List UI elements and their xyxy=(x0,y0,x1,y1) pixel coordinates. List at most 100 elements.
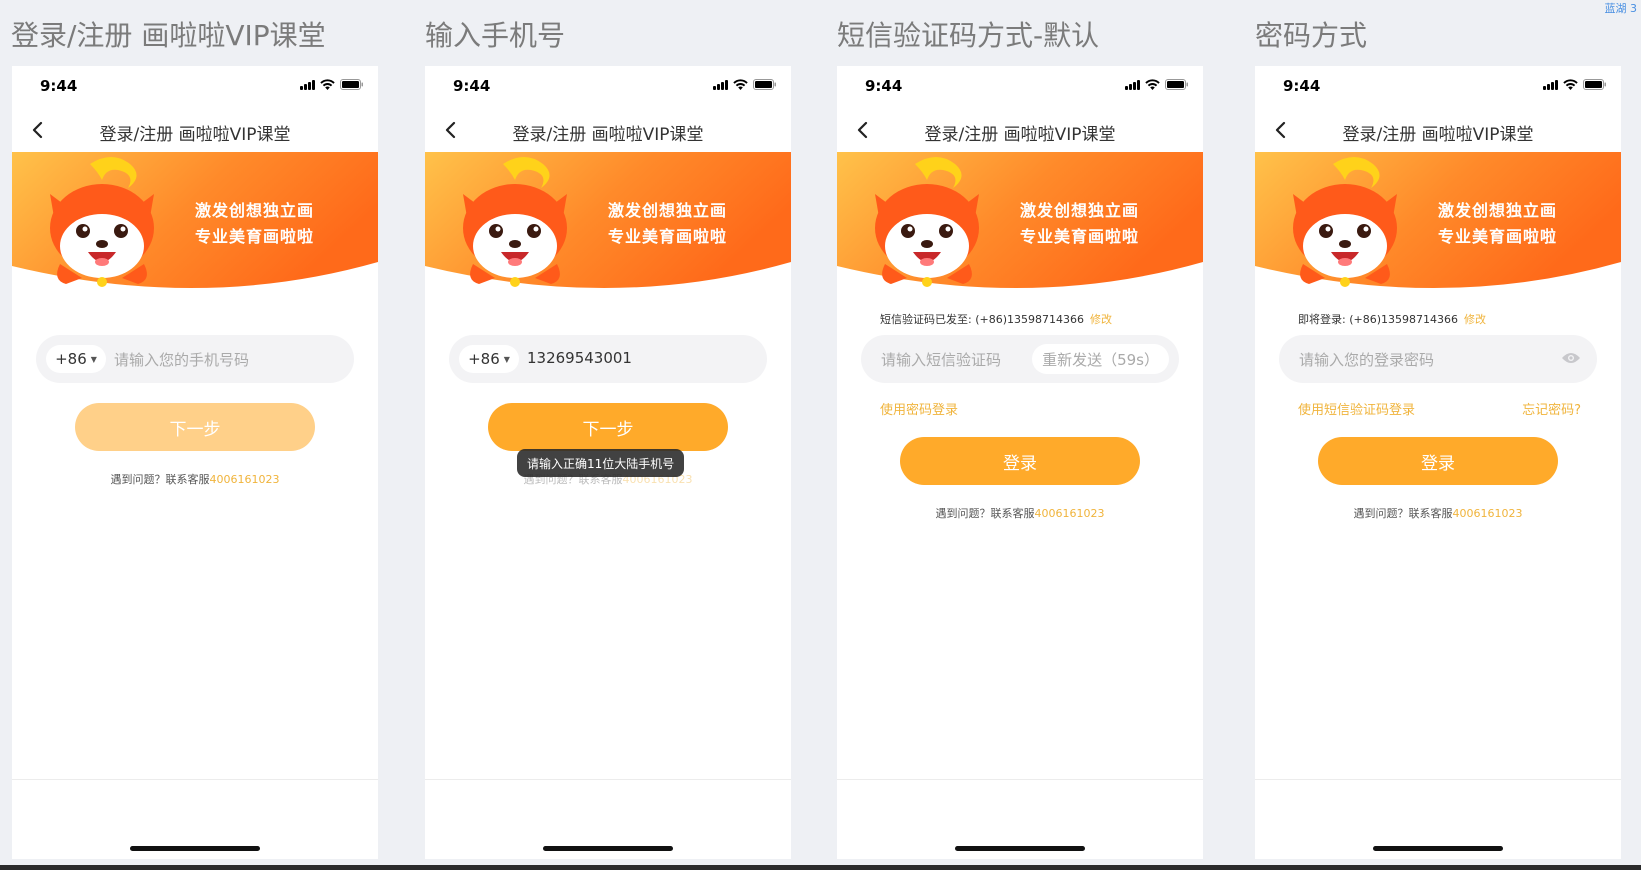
wifi-icon xyxy=(1563,79,1578,90)
phone-input-field[interactable]: +86 ▼ 请输入您的手机号码 xyxy=(36,335,354,383)
wifi-icon xyxy=(320,79,335,90)
wifi-icon xyxy=(733,79,748,90)
login-account-text: 即将登录: (+86)13598714366 xyxy=(1298,313,1458,326)
mascot-icon xyxy=(463,157,567,287)
country-code-label: +86 xyxy=(55,350,87,368)
status-bar: 9:44 xyxy=(837,66,1203,110)
nav-bar: 登录/注册 画啦啦VIP课堂 xyxy=(425,110,791,150)
banner-slogan: 激发创想独立画 专业美育画啦啦 xyxy=(608,198,727,250)
home-indicator xyxy=(955,846,1085,851)
status-time: 9:44 xyxy=(40,77,78,95)
section-title-password: 密码方式 xyxy=(1255,19,1368,52)
service-phone-link[interactable]: 4006161023 xyxy=(1453,507,1523,520)
help-line: 遇到问题？联系客服4006161023 xyxy=(1255,505,1621,521)
mascot-icon xyxy=(1293,157,1397,287)
password-login-link[interactable]: 使用密码登录 xyxy=(880,399,958,418)
battery-icon xyxy=(1583,79,1607,90)
country-code-label: +86 xyxy=(468,350,500,368)
corner-note: 蓝湖 3 xyxy=(1604,2,1638,15)
help-text: 遇到问题？联系客服 xyxy=(1353,507,1453,520)
banner-line-2: 专业美育画啦啦 xyxy=(1438,227,1558,246)
status-icons xyxy=(300,79,364,90)
status-icons xyxy=(713,79,777,90)
signal-icon xyxy=(1125,79,1140,90)
status-time: 9:44 xyxy=(453,77,491,95)
password-input[interactable]: 请输入您的登录密码 xyxy=(1279,335,1597,383)
sms-sent-info: 短信验证码已发至: (+86)13598714366 修改 xyxy=(880,311,1112,327)
promo-banner: 激发创想独立画 专业美育画啦啦 xyxy=(425,152,791,292)
help-line: 遇到问题？联系客服4006161023 xyxy=(837,505,1203,521)
wifi-icon xyxy=(1145,79,1160,90)
nav-title: 登录/注册 画啦啦VIP课堂 xyxy=(1342,125,1534,145)
status-bar: 9:44 xyxy=(425,66,791,110)
modify-link[interactable]: 修改 xyxy=(1090,313,1112,326)
banner-line-2: 专业美育画啦啦 xyxy=(1020,227,1140,246)
login-account-info: 即将登录: (+86)13598714366 修改 xyxy=(1298,311,1486,327)
country-code-selector[interactable]: +86 ▼ xyxy=(46,345,106,373)
signal-icon xyxy=(713,79,728,90)
home-indicator xyxy=(543,846,673,851)
status-time: 9:44 xyxy=(865,77,903,95)
status-time: 9:44 xyxy=(1283,77,1321,95)
login-button[interactable]: 登录 xyxy=(1318,437,1558,485)
next-button[interactable]: 下一步 xyxy=(488,403,728,451)
phone-screen-login: 9:44 登录/注册 画啦啦VIP课堂 激发创想独立画 专业美育画啦啦 +86 … xyxy=(12,66,378,859)
banner-line-1: 激发创想独立画 xyxy=(1020,201,1140,220)
banner-line-1: 激发创想独立画 xyxy=(195,201,315,220)
divider xyxy=(1255,779,1621,780)
password-placeholder: 请输入您的登录密码 xyxy=(1299,351,1435,369)
battery-icon xyxy=(753,79,777,90)
service-phone-link[interactable]: 4006161023 xyxy=(210,473,280,486)
sms-login-link[interactable]: 使用短信验证码登录 xyxy=(1298,399,1415,418)
phone-screen-password-login: 9:44 登录/注册 画啦啦VIP课堂 激发创想独立画 专业美育画啦啦 即将登录… xyxy=(1255,66,1621,859)
signal-icon xyxy=(1543,79,1558,90)
divider xyxy=(425,779,791,780)
service-phone-link[interactable]: 4006161023 xyxy=(1035,507,1105,520)
banner-line-2: 专业美育画啦啦 xyxy=(608,227,728,246)
country-code-selector[interactable]: +86 ▼ xyxy=(459,345,519,373)
help-text: 遇到问题？联系客服 xyxy=(935,507,1035,520)
promo-banner: 激发创想独立画 专业美育画啦啦 xyxy=(1255,152,1621,292)
battery-icon xyxy=(1165,79,1189,90)
signal-icon xyxy=(300,79,315,90)
next-button[interactable]: 下一步 xyxy=(75,403,315,451)
banner-line-1: 激发创想独立画 xyxy=(1438,201,1558,220)
divider xyxy=(837,779,1203,780)
phone-screen-phone-entry: 9:44 登录/注册 画啦啦VIP课堂 激发创想独立画 专业美育画啦啦 +86 … xyxy=(425,66,791,859)
nav-bar: 登录/注册 画啦啦VIP课堂 xyxy=(1255,110,1621,150)
caret-down-icon: ▼ xyxy=(90,354,97,364)
help-line: 遇到问题？联系客服4006161023 xyxy=(12,471,378,487)
banner-slogan: 激发创想独立画 专业美育画啦啦 xyxy=(1438,198,1557,250)
help-text: 遇到问题？联系客服 xyxy=(110,473,210,486)
sms-code-input[interactable]: 请输入短信验证码 重新发送（59s） xyxy=(861,335,1179,383)
nav-title: 登录/注册 画啦啦VIP课堂 xyxy=(512,125,704,145)
status-icons xyxy=(1125,79,1189,90)
nav-bar: 登录/注册 画啦啦VIP课堂 xyxy=(12,110,378,150)
nav-title: 登录/注册 画啦啦VIP课堂 xyxy=(99,125,291,145)
divider xyxy=(12,779,378,780)
bottom-strip xyxy=(0,865,1641,870)
eye-icon[interactable] xyxy=(1561,351,1581,365)
caret-down-icon: ▼ xyxy=(503,354,510,364)
error-toast: 请输入正确11位大陆手机号 xyxy=(517,449,685,477)
resend-button[interactable]: 重新发送（59s） xyxy=(1032,344,1169,374)
login-button[interactable]: 登录 xyxy=(900,437,1140,485)
banner-line-2: 专业美育画啦啦 xyxy=(195,227,315,246)
modify-link[interactable]: 修改 xyxy=(1464,313,1486,326)
phone-input-field[interactable]: +86 ▼ 13269543001 xyxy=(449,335,767,383)
home-indicator xyxy=(130,846,260,851)
promo-banner: 激发创想独立画 专业美育画啦啦 xyxy=(12,152,378,292)
phone-screen-sms-login: 9:44 登录/注册 画啦啦VIP课堂 激发创想独立画 专业美育画啦啦 短信验证… xyxy=(837,66,1203,859)
banner-slogan: 激发创想独立画 专业美育画啦啦 xyxy=(1020,198,1139,250)
forgot-password-link[interactable]: 忘记密码? xyxy=(1522,399,1581,418)
phone-placeholder: 请输入您的手机号码 xyxy=(114,351,250,369)
nav-bar: 登录/注册 画啦啦VIP课堂 xyxy=(837,110,1203,150)
section-title-login: 登录/注册 画啦啦VIP课堂 xyxy=(11,19,326,52)
sms-sent-text: 短信验证码已发至: (+86)13598714366 xyxy=(880,313,1084,326)
status-bar: 9:44 xyxy=(1255,66,1621,110)
status-icons xyxy=(1543,79,1607,90)
promo-banner: 激发创想独立画 专业美育画啦啦 xyxy=(837,152,1203,292)
nav-title: 登录/注册 画啦啦VIP课堂 xyxy=(924,125,1116,145)
mascot-icon xyxy=(50,157,154,287)
battery-icon xyxy=(340,79,364,90)
